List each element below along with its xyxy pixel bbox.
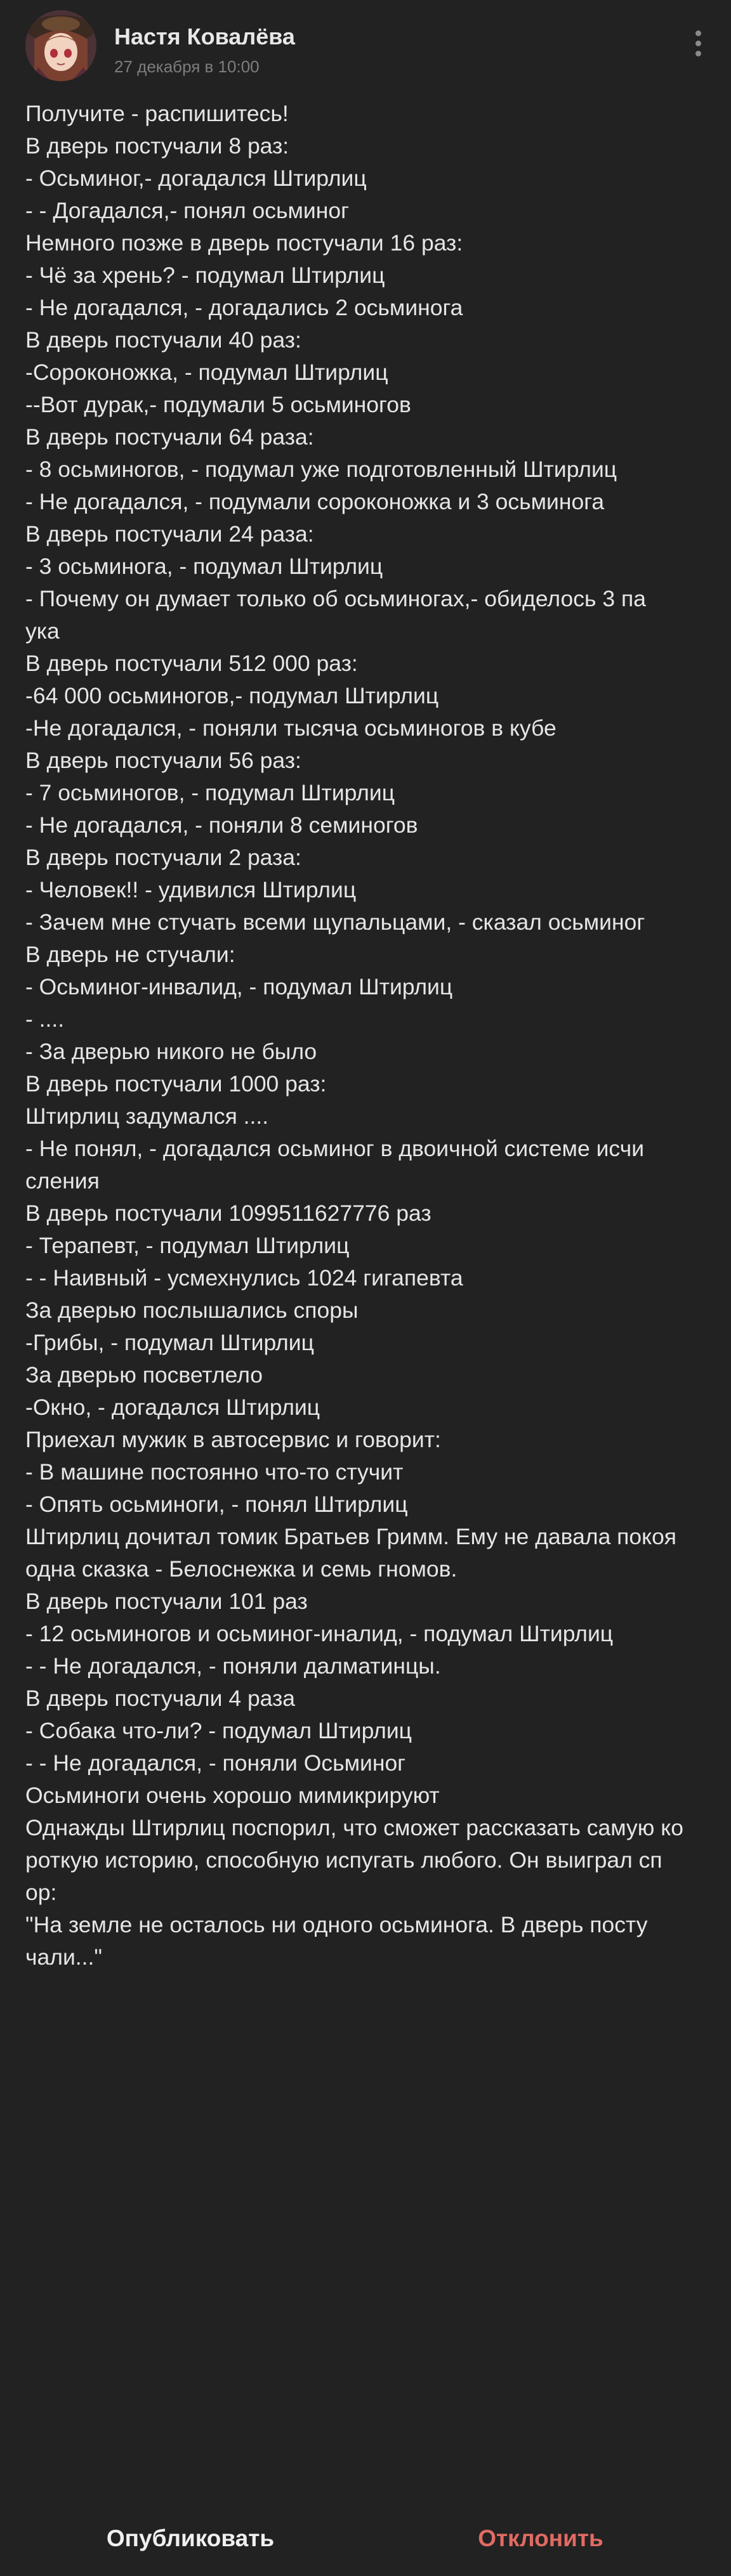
post-text-line: В дверь постучали 64 раза: <box>25 424 314 450</box>
post-text-line: - Не догадался, - догадались 2 осьминога <box>25 295 463 320</box>
post-text-line: - .... <box>25 1006 65 1032</box>
post-text-line: -Грибы, - подумал Штирлиц <box>25 1330 314 1355</box>
post-text-line: - Чё за хрень? - подумал Штирлиц <box>25 263 385 288</box>
post-text-line: В дверь постучали 56 раз: <box>25 748 301 773</box>
post-text-line: За дверью посветлело <box>25 1362 263 1388</box>
post-text-line: В дверь постучали 1099511627776 раз <box>25 1200 431 1226</box>
post-text-line: Штирлиц задумался .... <box>25 1103 269 1129</box>
post-text-line: - Не догадался, - поняли 8 семиногов <box>25 812 418 838</box>
post-text-line: - Собака что-ли? - подумал Штирлиц <box>25 1718 412 1743</box>
post-text-line: - 8 осьминогов, - подумал уже подготовле… <box>25 457 617 482</box>
post-text-line: - Человек!! - удивился Штирлиц <box>25 877 357 902</box>
post-text-line: - 3 осьминога, - подумал Штирлиц <box>25 554 383 579</box>
post-text-line: - За дверью никого не было <box>25 1039 317 1064</box>
post-text-line: Немного позже в дверь постучали 16 раз: <box>25 230 463 256</box>
post-text-line: В дверь постучали 101 раз <box>25 1589 308 1614</box>
post-text-line: - 12 осьминогов и осьминог-иналид, - под… <box>25 1621 614 1646</box>
post-text-line: роткую историю, способную испугать любог… <box>25 1847 662 1873</box>
post-text-line: В дверь постучали 40 раз: <box>25 327 301 353</box>
post-text-line: - Не понял, - догадался осьминог в двоич… <box>25 1136 645 1161</box>
post-text-line: - В машине постоянно что-то стучит <box>25 1459 404 1485</box>
reject-button[interactable]: Отклонить <box>401 2501 680 2576</box>
post-text-line: - Опять осьминоги, - понял Штирлиц <box>25 1492 408 1517</box>
post-text-line: ука <box>25 618 60 644</box>
post-text-line: Приехал мужик в автосервис и говорит: <box>25 1427 441 1452</box>
post-text-line: - 7 осьминогов, - подумал Штирлиц <box>25 780 395 805</box>
post-text-line: --Вот дурак,- подумали 5 осьминогов <box>25 392 411 417</box>
post-text-line: В дверь постучали 8 раз: <box>25 133 289 159</box>
post-text-line: -Не догадался, - поняли тысяча осьминого… <box>25 715 556 741</box>
moderation-footer: Опубликовать Отклонить <box>0 2501 731 2576</box>
post-text-line: "На земле не осталось ни одного осьминог… <box>25 1912 648 1937</box>
post-text-line: - - Догадался,- понял осьминог <box>25 198 350 223</box>
post-text-line: Штирлиц дочитал томик Братьев Гримм. Ему… <box>25 1524 677 1549</box>
post-text-line: - Терапевт, - подумал Штирлиц <box>25 1233 350 1258</box>
post-text-line: -Сороконожка, - подумал Штирлиц <box>25 360 388 385</box>
post-text-line: - - Наивный - усмехнулись 1024 гигапевта <box>25 1265 463 1291</box>
publish-button[interactable]: Опубликовать <box>51 2501 330 2576</box>
post-text-line: Осьминоги очень хорошо мимикрируют <box>25 1783 440 1808</box>
post-text-line: В дверь постучали 512 000 раз: <box>25 651 358 676</box>
post-text-line: Получите - распишитесь! <box>25 101 289 126</box>
post-text-line: -Окно, - догадался Штирлиц <box>25 1395 320 1420</box>
post-text: Получите - распишитесь! В дверь постучали… <box>25 98 711 1974</box>
post-text-line: За дверью послышались споры <box>25 1298 359 1323</box>
post-text-line: - - Не догадался, - поняли далматинцы. <box>25 1653 441 1679</box>
more-vertical-icon[interactable] <box>685 28 711 60</box>
author-name[interactable]: Настя Ковалёва <box>114 23 295 51</box>
post-text-line: Однажды Штирлиц поспорил, что сможет рас… <box>25 1815 683 1840</box>
post-text-line: - Почему он думает только об осьминогах,… <box>25 586 646 611</box>
post-header: Настя Ковалёва 27 декабря в 10:00 <box>0 0 731 101</box>
post-text-line: сления <box>25 1168 100 1194</box>
post-date: 27 декабря в 10:00 <box>114 57 260 76</box>
post-text-line: чали..." <box>25 1944 102 1970</box>
post-text-line: - Не догадался, - подумали сороконожка и… <box>25 489 605 514</box>
post-text-line: одна сказка - Белоснежка и семь гномов. <box>25 1556 458 1582</box>
avatar[interactable] <box>25 10 96 81</box>
post-text-line: - - Не догадался, - поняли Осьминог <box>25 1750 406 1776</box>
post-text-line: - Осьминог,- догадался Штирлиц <box>25 166 367 191</box>
post-text-line: В дверь постучали 4 раза <box>25 1686 296 1711</box>
post-text-line: - Осьминог-инвалид, - подумал Штирлиц <box>25 974 453 999</box>
post-text-line: В дверь постучали 24 раза: <box>25 521 314 547</box>
post-text-line: В дверь не стучали: <box>25 942 235 967</box>
post-text-line: -64 000 осьминогов,- подумал Штирлиц <box>25 683 439 708</box>
post-text-line: В дверь постучали 2 раза: <box>25 845 301 870</box>
post-text-line: ор: <box>25 1880 57 1905</box>
post-text-line: В дверь постучали 1000 раз: <box>25 1071 327 1096</box>
avatar-image <box>25 10 96 81</box>
post-text-line: - Зачем мне стучать всеми щупальцами, - … <box>25 909 645 935</box>
